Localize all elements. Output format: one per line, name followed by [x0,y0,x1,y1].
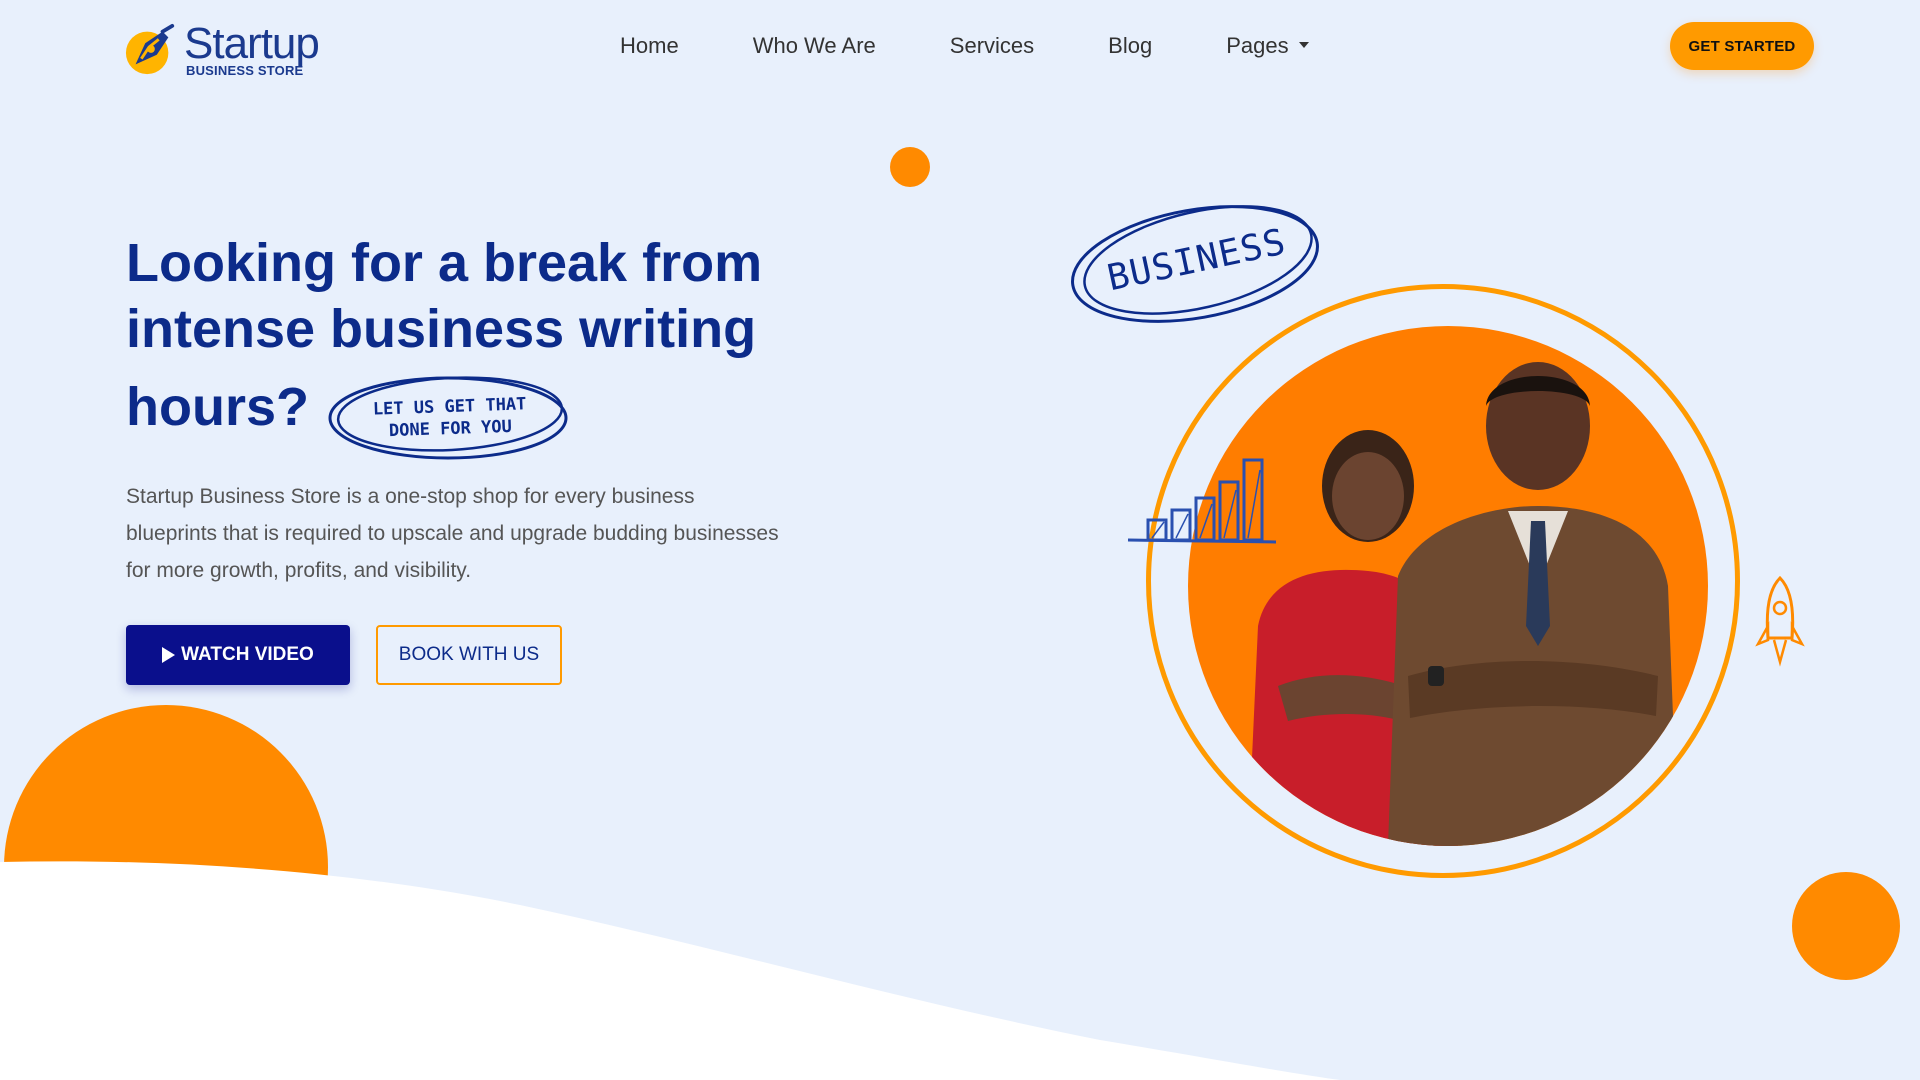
headline-line-1: Looking for a break from [126,233,763,293]
people-illustration [1248,362,1678,846]
note-line-2: done for you [388,416,513,442]
nav-item-services[interactable]: Services [950,33,1034,59]
watch-video-label: WATCH VIDEO [181,644,314,665]
brand-name: Startup [184,18,320,68]
brand-logo[interactable]: Startup BUSINESS STORE [124,18,334,80]
decor-half-circle [4,705,328,1029]
pen-nib-logo-icon [125,23,175,75]
play-icon [162,647,176,663]
nav-item-blog[interactable]: Blog [1108,33,1152,59]
bar-chart-icon [1127,458,1277,544]
brand-tagline: BUSINESS STORE [186,62,304,78]
nav-item-home[interactable]: Home [620,33,679,59]
get-started-button[interactable]: GET STARTED [1670,22,1814,70]
hero-photo [1188,326,1708,846]
watch-video-button[interactable]: WATCH VIDEO [126,625,350,685]
decor-dot-small [890,147,930,187]
main-nav: Home Who We Are Services Blog Pages [620,28,1309,64]
decor-dot-large [1792,872,1900,980]
nav-item-who-we-are[interactable]: Who We Are [753,33,876,59]
rocket-icon [1755,575,1805,667]
nav-item-pages[interactable]: Pages [1226,33,1309,59]
book-with-us-button[interactable]: BOOK WITH US [376,625,562,685]
nav-item-pages-label: Pages [1226,33,1289,58]
note-line-1: Let us get that [372,394,527,420]
chevron-down-icon [1298,42,1309,49]
scribble-note: Let us get that done for you [359,393,540,443]
headline-line-2: intense business writing [126,299,757,359]
hero-description: Startup Business Store is a one-stop sho… [126,485,779,582]
